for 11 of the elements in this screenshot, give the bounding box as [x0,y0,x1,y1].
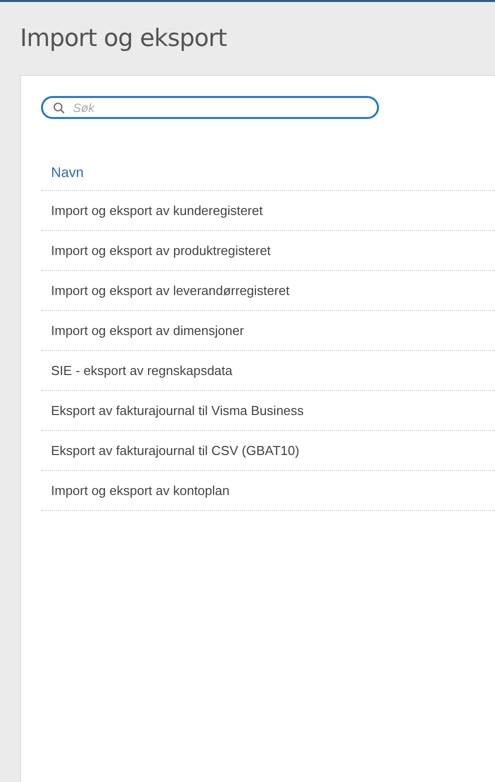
table-row-link[interactable]: Import og eksport av dimensjoner [51,323,244,338]
column-header[interactable]: Navn [51,164,84,180]
table-row-link[interactable]: Import og eksport av produktregisteret [51,243,271,258]
search-field[interactable]: Søk [41,96,379,119]
table-row-link[interactable]: Eksport av fakturajournal til Visma Business [51,403,304,418]
table-row-link[interactable]: SIE - eksport av regnskapsdata [51,363,232,378]
table-row-link[interactable]: Import og eksport av kontoplan [51,483,230,498]
table-row-link[interactable]: Import og eksport av kunderegisteret [51,203,263,218]
table-row-link[interactable]: Import og eksport av leverandørregisteret [51,283,290,298]
table-row-link[interactable]: Eksport av fakturajournal til CSV (GBAT10) [51,443,300,458]
page-title: Import og eksport [19,23,228,53]
